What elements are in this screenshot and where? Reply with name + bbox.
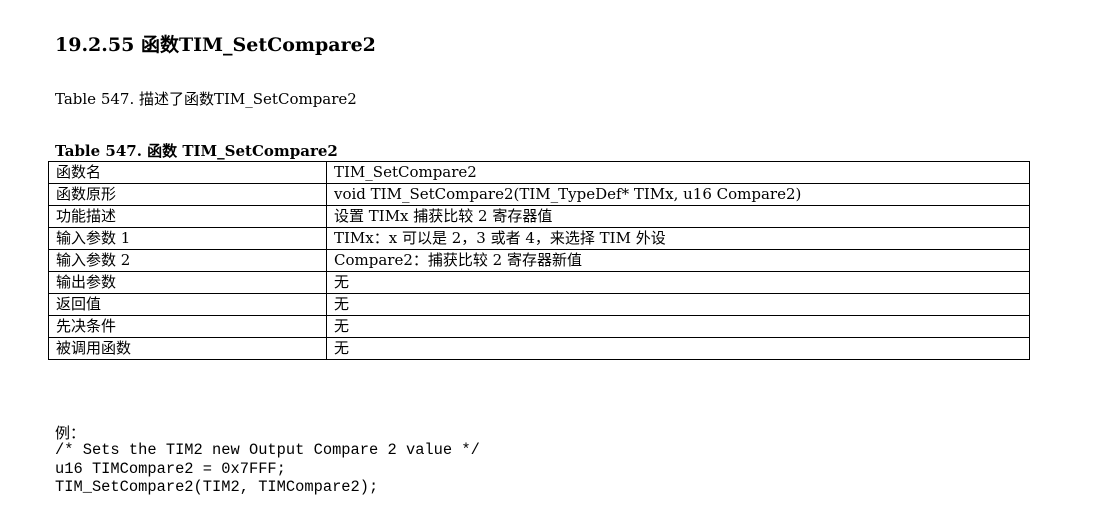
intro-text: Table 547. 描述了函数TIM_SetCompare2 <box>55 90 357 108</box>
row-value: TIM_SetCompare2 <box>326 161 1030 184</box>
section-heading: 19.2.55 函数TIM_SetCompare2 <box>55 34 376 56</box>
row-value: 无 <box>326 271 1030 294</box>
row-value: void TIM_SetCompare2(TIM_TypeDef* TIMx, … <box>326 183 1030 206</box>
table-row: 输出参数 无 <box>48 271 1030 294</box>
table-row: 输入参数 2 Compare2：捕获比较 2 寄存器新值 <box>48 249 1030 272</box>
table-row: 函数原形 void TIM_SetCompare2(TIM_TypeDef* T… <box>48 183 1030 206</box>
table-caption: Table 547. 函数 TIM_SetCompare2 <box>55 142 338 160</box>
table-row: 功能描述 设置 TIMx 捕获比较 2 寄存器值 <box>48 205 1030 228</box>
row-key: 函数名 <box>48 161 327 184</box>
code-line: TIM_SetCompare2(TIM2, TIMCompare2); <box>55 478 379 496</box>
row-key: 输入参数 2 <box>48 249 327 272</box>
row-key: 输入参数 1 <box>48 227 327 250</box>
row-key: 被调用函数 <box>48 337 327 360</box>
row-value: 无 <box>326 337 1030 360</box>
row-key: 返回值 <box>48 293 327 316</box>
code-line: u16 TIMCompare2 = 0x7FFF; <box>55 459 286 478</box>
row-key: 先决条件 <box>48 315 327 338</box>
row-value: Compare2：捕获比较 2 寄存器新值 <box>326 249 1030 272</box>
row-key: 函数原形 <box>48 183 327 206</box>
row-value: 无 <box>326 293 1030 316</box>
row-value: 设置 TIMx 捕获比较 2 寄存器值 <box>326 205 1030 228</box>
code-example: /* Sets the TIM2 new Output Compare 2 va… <box>55 441 480 497</box>
row-key: 输出参数 <box>48 271 327 294</box>
table-row: 被调用函数 无 <box>48 337 1030 360</box>
table-row: 返回值 无 <box>48 293 1030 316</box>
example-label: 例： <box>55 424 86 442</box>
row-value: TIMx：x 可以是 2，3 或者 4，来选择 TIM 外设 <box>326 227 1030 250</box>
code-line: /* Sets the TIM2 new Output Compare 2 va… <box>55 441 480 459</box>
function-spec-table: 函数名 TIM_SetCompare2 函数原形 void TIM_SetCom… <box>48 161 1030 360</box>
table-row: 输入参数 1 TIMx：x 可以是 2，3 或者 4，来选择 TIM 外设 <box>48 227 1030 250</box>
table-row: 先决条件 无 <box>48 315 1030 338</box>
row-value: 无 <box>326 315 1030 338</box>
table-row: 函数名 TIM_SetCompare2 <box>48 161 1030 184</box>
row-key: 功能描述 <box>48 205 327 228</box>
